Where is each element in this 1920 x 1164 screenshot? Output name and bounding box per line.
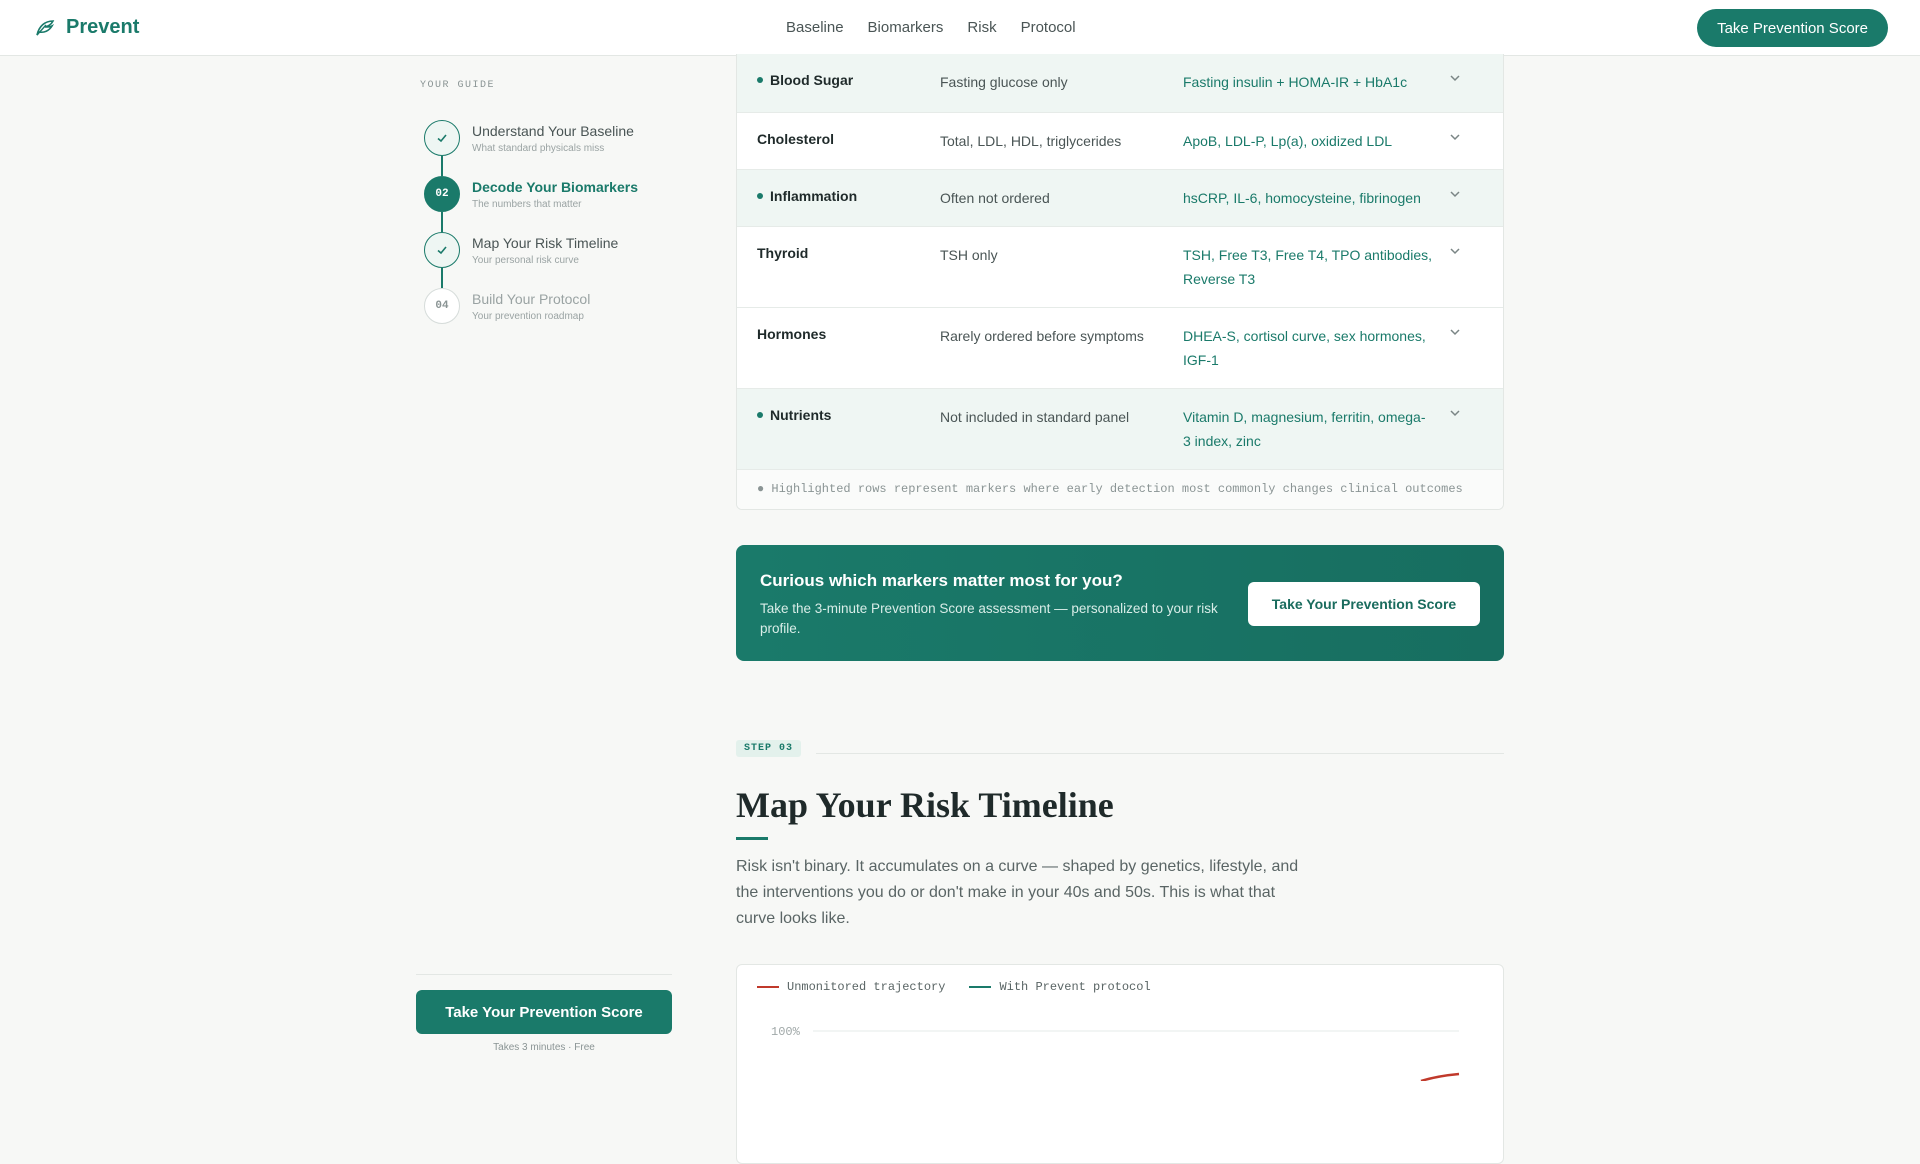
section-divider [816,753,1504,754]
step-connector [441,212,443,232]
chevron-down-icon[interactable] [1447,405,1463,421]
sidebar-divider [416,974,672,975]
brand-logo[interactable]: Prevent [34,16,139,39]
standard-test: Not included in standard panel [940,409,1130,425]
marker-name: Blood Sugar [757,72,853,88]
table-row[interactable]: Inflammation Often not ordered hsCRP, IL… [737,169,1503,226]
chart-plot-area: 100% [771,1025,1460,1081]
cta-banner-button[interactable]: Take Your Prevention Score [1248,582,1480,626]
leaf-logo-icon [36,19,55,35]
step-subtitle: What standard physicals miss [472,143,605,154]
nav-link-biomarkers[interactable]: Biomarkers [868,19,944,36]
advanced-test: ApoB, LDL-P, Lp(a), oxidized LDL [1183,133,1393,149]
chevron-down-icon[interactable] [1447,129,1463,145]
step-title: Understand Your Baseline [472,123,634,139]
main-nav: Baseline Biomarkers Risk Protocol [786,19,1076,36]
advanced-test: Vitamin D, magnesium, ferritin, omega-3 … [1183,409,1426,449]
chevron-down-icon[interactable] [1447,186,1463,202]
nav-link-risk[interactable]: Risk [967,19,996,36]
marker-name: Cholesterol [757,131,835,147]
guide-label: YOUR GUIDE [420,80,496,91]
table-row[interactable]: Thyroid TSH only TSH, Free T3, Free T4, … [737,226,1503,307]
cta-banner-description: Take the 3-minute Prevention Score asses… [760,601,1218,636]
risk-timeline-chart: Unmonitored trajectory With Prevent prot… [736,964,1504,1164]
step-subtitle: The numbers that matter [472,199,582,210]
y-tick-label: 100% [771,1025,801,1039]
nav-link-protocol[interactable]: Protocol [1021,19,1076,36]
advanced-test: TSH, Free T3, Free T4, TPO antibodies, R… [1183,247,1432,287]
top-navigation-bar: Prevent Baseline Biomarkers Risk Protoco… [0,0,1920,56]
nav-link-baseline[interactable]: Baseline [786,19,844,36]
step-title: Decode Your Biomarkers [472,179,638,195]
marker-name: Nutrients [757,407,831,423]
step-title: Map Your Risk Timeline [472,235,619,251]
header-cta-button[interactable]: Take Prevention Score [1697,9,1888,47]
standard-test: Often not ordered [940,190,1050,206]
cta-banner-title: Curious which markers matter most for yo… [760,571,1123,590]
highlight-dot [757,412,763,418]
step-connector [441,268,443,288]
table-footnote: ● Highlighted rows represent markers whe… [737,469,1503,509]
highlight-dot [757,77,763,83]
table-row[interactable]: Hormones Rarely ordered before symptoms … [737,307,1503,388]
step-complete-marker [424,232,460,268]
marker-name: Inflammation [757,188,857,204]
section-title: Map Your Risk Timeline [736,785,1114,825]
checkmark-icon [437,134,447,143]
step-subtitle: Your personal risk curve [472,255,579,266]
advanced-test: DHEA-S, cortisol curve, sex hormones, IG… [1183,328,1426,368]
table-row[interactable]: Blood Sugar Fasting glucose only Fasting… [737,54,1503,112]
marker-name: Thyroid [757,245,809,261]
step-number-marker: 02 [424,176,460,212]
standard-test: TSH only [940,247,998,263]
step-subtitle: Your prevention roadmap [472,311,584,322]
chevron-down-icon[interactable] [1447,324,1463,340]
sidebar-cta-note: Takes 3 minutes · Free [493,1042,595,1053]
title-underline [736,837,768,840]
biomarker-comparison-table: Blood Sugar Fasting glucose only Fasting… [736,54,1504,510]
standard-test: Rarely ordered before symptoms [940,328,1144,344]
advanced-test: hsCRP, IL-6, homocysteine, fibrinogen [1183,190,1421,206]
advanced-test: Fasting insulin + HOMA-IR + HbA1c [1183,74,1408,90]
step-complete-marker [424,120,460,156]
guide-sidebar: YOUR GUIDE Understand Your Baseline What… [416,56,672,1080]
table-row[interactable]: Nutrients Not included in standard panel… [737,388,1503,469]
section-lead: Risk isn't binary. It accumulates on a c… [736,858,1299,927]
sidebar-cta-button[interactable]: Take Your Prevention Score [416,990,672,1034]
highlight-dot [757,193,763,199]
chevron-down-icon[interactable] [1447,243,1463,259]
section-step-tag: STEP 03 [736,740,802,757]
brand-name: Prevent [66,16,140,38]
step-title: Build Your Protocol [472,291,591,307]
standard-test: Fasting glucose only [940,74,1068,90]
marker-name: Hormones [757,326,827,342]
table-row[interactable]: Cholesterol Total, LDL, HDL, triglycerid… [737,112,1503,169]
prevention-score-cta-banner: Curious which markers matter most for yo… [736,545,1504,661]
chevron-down-icon[interactable] [1447,70,1463,86]
step-connector [441,156,443,176]
checkmark-icon [437,246,447,255]
standard-test: Total, LDL, HDL, triglycerides [940,133,1122,149]
step-number-marker: 04 [424,288,460,324]
